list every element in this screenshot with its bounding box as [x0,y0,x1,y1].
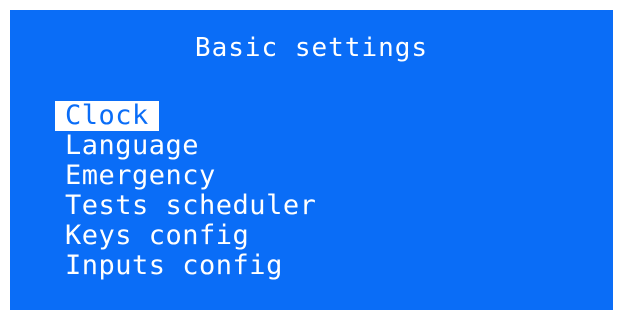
settings-menu: Clock Language Emergency Tests scheduler… [55,101,326,281]
menu-item-keys-config[interactable]: Keys config [55,221,259,251]
menu-item-emergency[interactable]: Emergency [55,161,226,191]
screen-title: Basic settings [194,33,429,63]
menu-item-clock[interactable]: Clock [55,101,159,131]
lcd-screen: Basic settings Clock Language Emergency … [10,10,613,310]
menu-item-inputs-config[interactable]: Inputs config [55,251,293,281]
menu-item-tests-scheduler[interactable]: Tests scheduler [55,191,326,221]
menu-item-language[interactable]: Language [55,131,209,161]
